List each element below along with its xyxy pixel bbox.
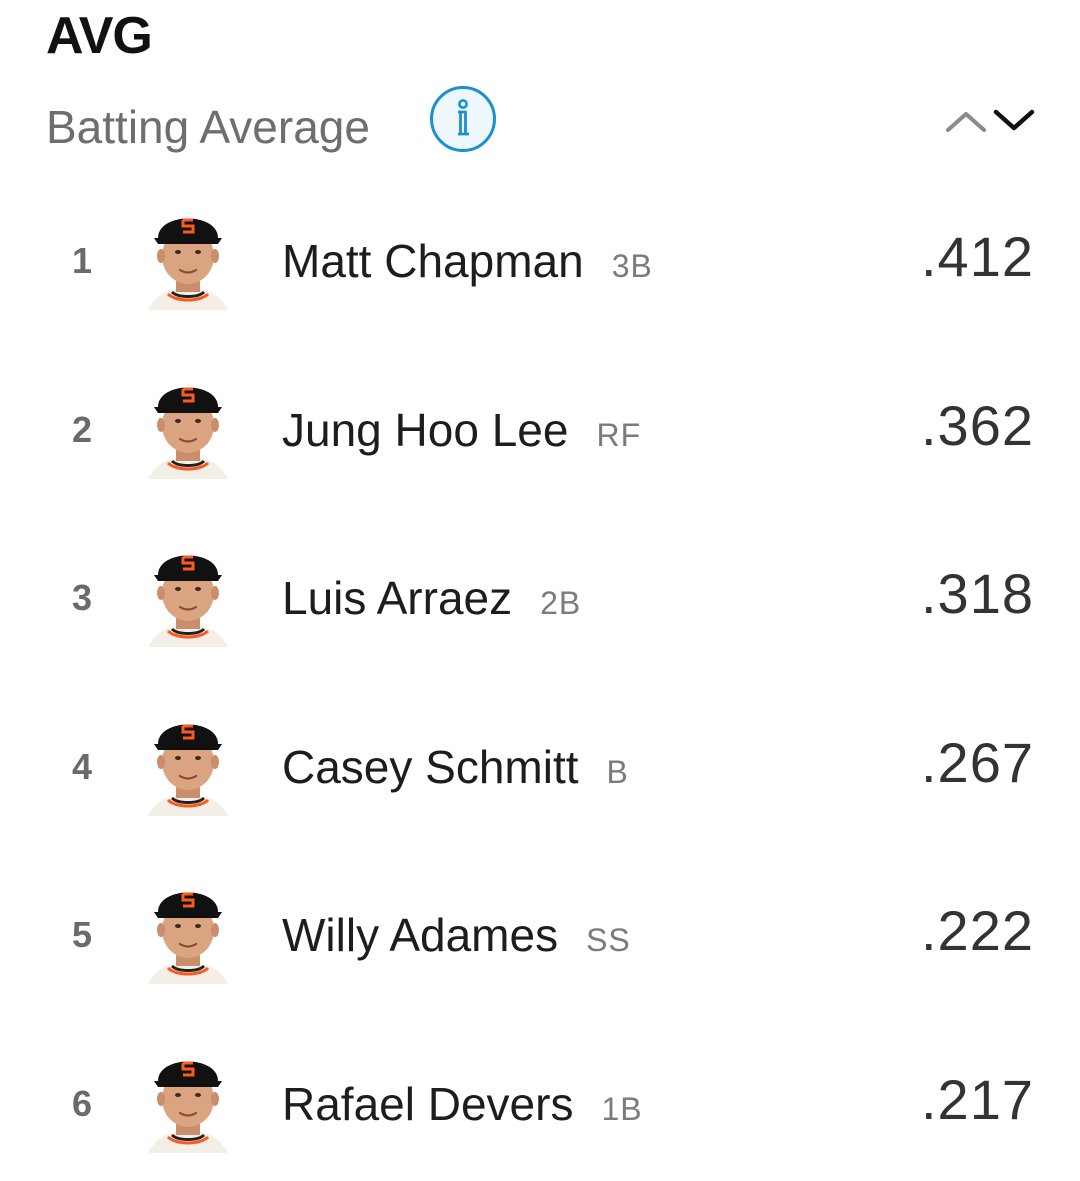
player-headshot[interactable] [146, 194, 230, 312]
info-icon[interactable] [430, 86, 496, 152]
stat-value: .318 [921, 562, 1034, 625]
player-name[interactable]: Rafael Devers [282, 1078, 573, 1130]
player-name[interactable]: Luis Arraez [282, 572, 512, 624]
stat-value: .222 [921, 899, 1034, 962]
leaders-list: 1 Matt Chapman 3B .412 2 Jung Hoo Lee RF… [0, 178, 1080, 1181]
stat-subtitle: Batting Average [46, 101, 370, 153]
rank-number: 2 [71, 408, 93, 450]
player-name[interactable]: Matt Chapman [282, 235, 584, 287]
player-position: 2B [540, 585, 582, 621]
player-name-cell[interactable]: Luis Arraez 2B [282, 571, 581, 625]
rank-number: 6 [71, 1082, 93, 1124]
chevron-up-icon[interactable] [944, 100, 988, 140]
player-headshot[interactable] [146, 1037, 230, 1155]
player-name-cell[interactable]: Jung Hoo Lee RF [282, 403, 641, 457]
player-name[interactable]: Jung Hoo Lee [282, 404, 568, 456]
rank-number: 4 [71, 745, 93, 787]
player-position: 3B [611, 248, 653, 284]
stat-subheader: Batting Average [46, 84, 1036, 164]
stat-value: .362 [921, 393, 1034, 457]
player-headshot[interactable] [146, 363, 230, 481]
player-name[interactable]: Casey Schmitt [282, 741, 579, 793]
player-name-cell[interactable]: Matt Chapman 3B [282, 234, 653, 288]
stat-title: AVG [46, 7, 153, 65]
player-position: B [606, 753, 629, 790]
stat-value: .267 [921, 730, 1034, 794]
rank-number: 3 [71, 577, 93, 618]
player-headshot[interactable] [146, 700, 230, 818]
chevron-down-icon[interactable] [992, 100, 1036, 140]
leader-row[interactable]: 5 Willy Adames SS .222 [0, 852, 1080, 1021]
leader-row[interactable]: 1 Matt Chapman 3B .412 [0, 178, 1080, 347]
player-name-cell[interactable]: Rafael Devers 1B [282, 1077, 643, 1131]
sort-toggle[interactable] [944, 100, 1036, 140]
leader-row[interactable]: 2 Jung Hoo Lee RF .362 [0, 347, 1080, 516]
stat-value: .217 [921, 1067, 1034, 1131]
player-name[interactable]: Willy Adames [282, 909, 558, 961]
stat-value: .412 [921, 225, 1034, 288]
player-position: 1B [601, 1090, 643, 1127]
player-name-cell[interactable]: Casey Schmitt B [282, 740, 629, 794]
player-headshot[interactable] [146, 531, 230, 649]
rank-number: 1 [71, 240, 93, 281]
rank-number: 5 [71, 914, 93, 955]
player-name-cell[interactable]: Willy Adames SS [282, 908, 631, 962]
leader-row[interactable]: 3 Luis Arraez 2B .318 [0, 515, 1080, 684]
player-position: SS [586, 922, 631, 958]
stat-leaders-card: AVG Batting Average 1 Matt Chapman 3B .4… [0, 0, 1080, 1181]
leader-row[interactable]: 4 Casey Schmitt B .267 [0, 684, 1080, 853]
leader-row[interactable]: 6 Rafael Devers 1B .217 [0, 1021, 1080, 1181]
player-headshot[interactable] [146, 868, 230, 986]
player-position: RF [596, 416, 642, 453]
